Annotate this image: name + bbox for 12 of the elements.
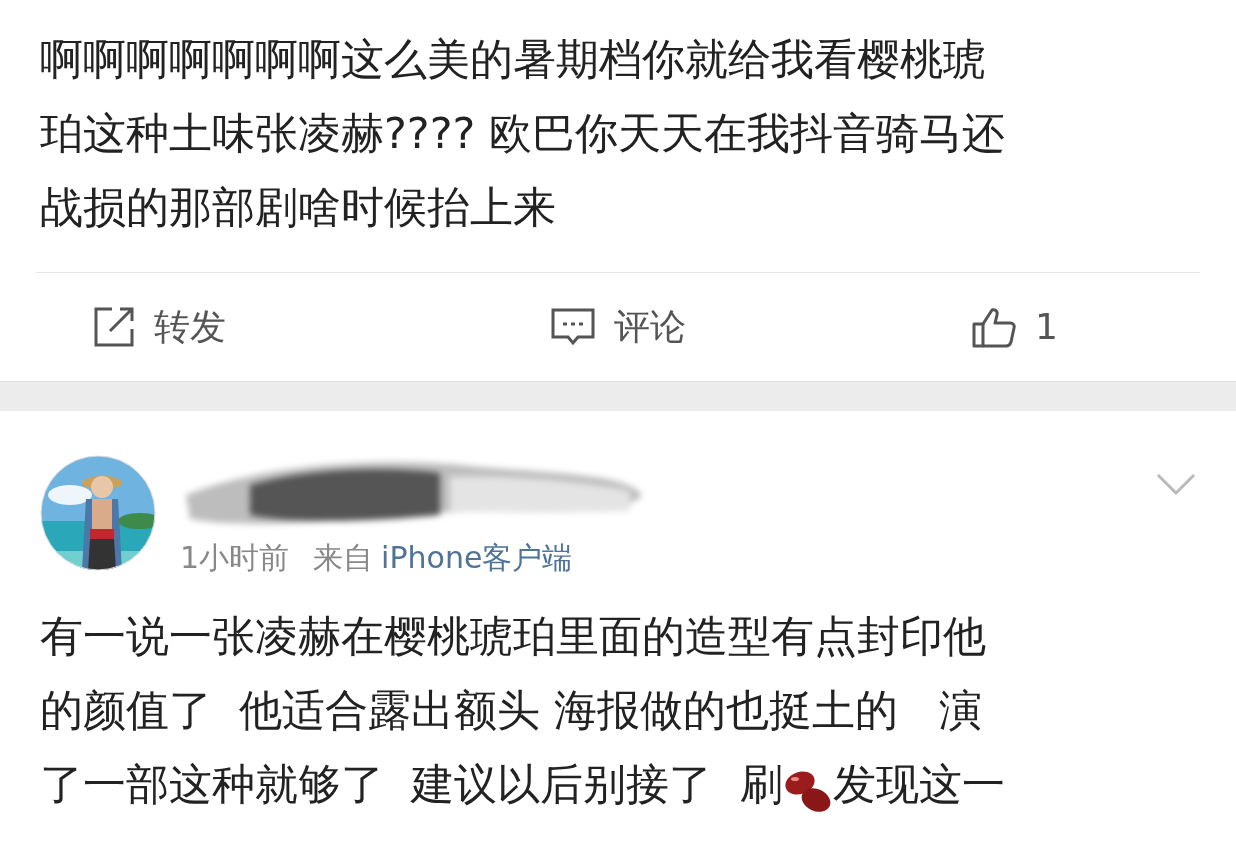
source-link[interactable]: iPhone客户端 <box>381 535 573 580</box>
thumbs-up-icon <box>971 306 1018 348</box>
repost-icon <box>92 305 136 349</box>
comment-button[interactable]: 评论 <box>550 300 686 354</box>
source-label: 来自 <box>313 539 374 577</box>
comment-icon <box>550 307 596 347</box>
comment-text: 有一说一张凌赫在樱桃琥珀里面的造型有点封印他 的颜值了 他适合露出额头 海报做的也挺土的 演 了一部这种就够了 建议以后别接了 刷 发现这一 <box>40 599 1196 825</box>
post-text: 啊啊啊啊啊啊啊这么美的暑期档你就给我看樱桃琥 珀这种土味张凌赫???? 欧巴你天天在我抖音骑马还 战损的那部剧啥时候抬上来 <box>40 33 1006 234</box>
repost-button[interactable]: 转发 <box>92 300 226 354</box>
post-time: 1小时前 <box>180 539 290 577</box>
chevron-down-icon[interactable] <box>1156 471 1196 495</box>
like-button[interactable]: 1 <box>971 300 1058 354</box>
